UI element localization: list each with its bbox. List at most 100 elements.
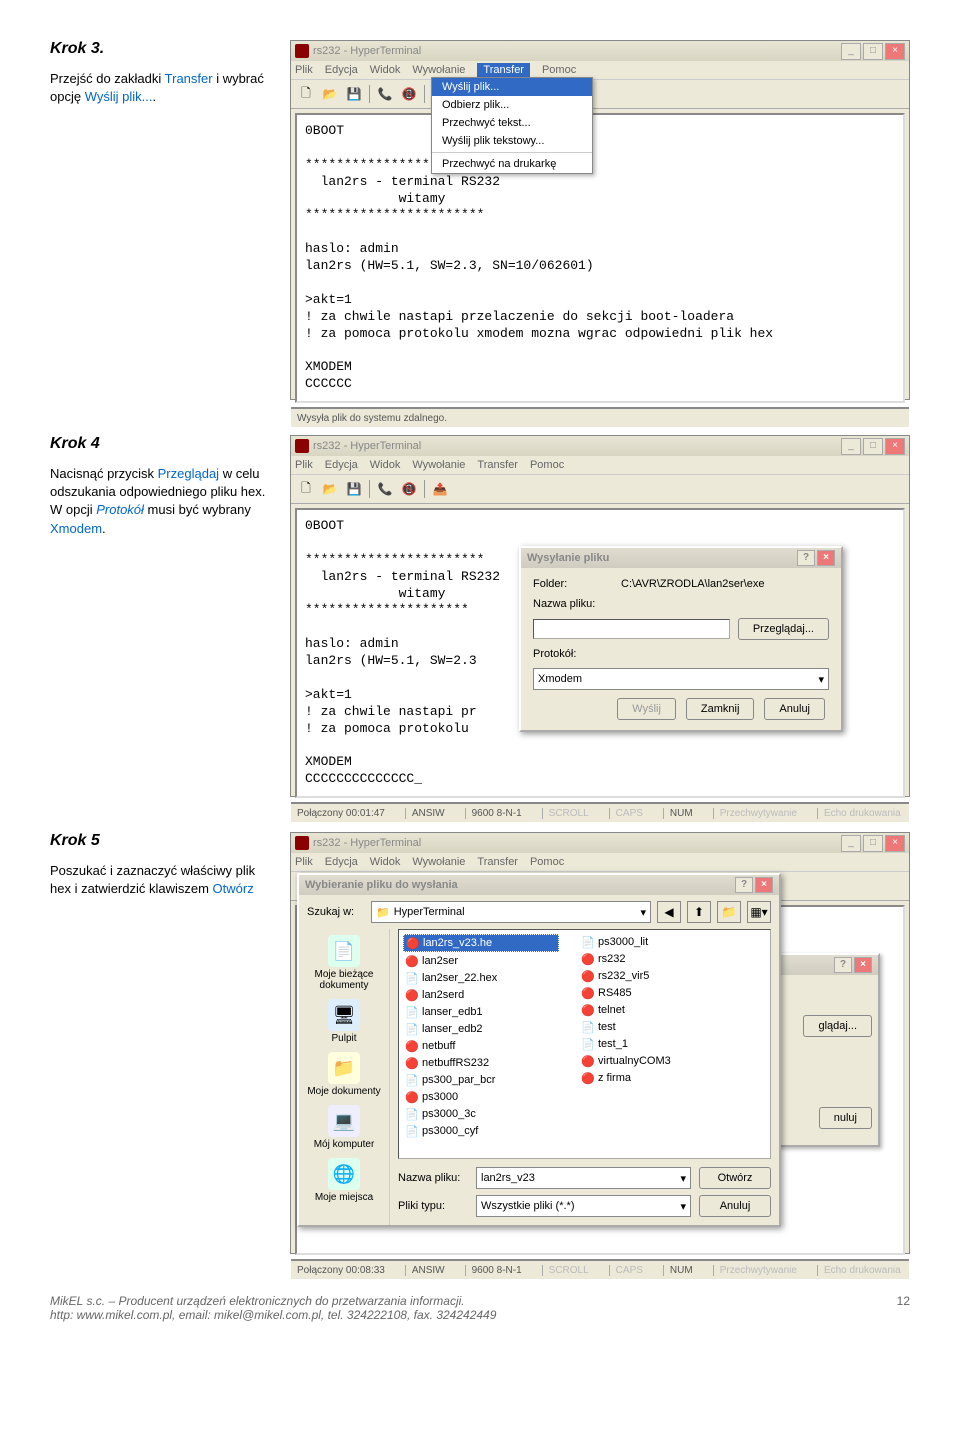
menu-item-capture-text[interactable]: Przechwyć tekst... xyxy=(432,114,592,132)
file-item[interactable]: 📄lanser_edb2 xyxy=(403,1021,557,1037)
filename-input[interactable] xyxy=(533,619,730,639)
menu-pomoc[interactable]: Pomoc xyxy=(542,64,576,76)
file-item[interactable]: 📄ps3000_cyf xyxy=(403,1123,557,1139)
file-item[interactable]: 📄test_1 xyxy=(579,1036,733,1052)
menu-widok[interactable]: Widok xyxy=(370,856,401,868)
dialog-help-button[interactable]: ? xyxy=(797,550,815,566)
file-item[interactable]: 🔴RS485 xyxy=(579,985,733,1001)
file-item[interactable]: 🔴rs232_vir5 xyxy=(579,968,733,984)
save-icon[interactable]: 💾 xyxy=(343,83,365,105)
file-name: test_1 xyxy=(598,1038,628,1050)
file-item[interactable]: 🔴virtualnyCOM3 xyxy=(579,1053,733,1069)
menu-edycja[interactable]: Edycja xyxy=(325,459,358,471)
minimize-button[interactable]: _ xyxy=(841,43,861,60)
maximize-button[interactable]: □ xyxy=(863,43,883,60)
file-item[interactable]: 📄lan2ser_22.hex xyxy=(403,970,557,986)
menu-wywolanie[interactable]: Wywołanie xyxy=(412,856,465,868)
cancel-button-partial[interactable]: nuluj xyxy=(819,1107,872,1129)
maximize-button[interactable]: □ xyxy=(863,438,883,455)
file-item[interactable]: 🔴rs232 xyxy=(579,951,733,967)
maximize-button[interactable]: □ xyxy=(863,835,883,852)
lookin-select[interactable]: 📁 HyperTerminal ▾ xyxy=(371,901,651,923)
menu-widok[interactable]: Widok xyxy=(370,64,401,76)
hangup-icon[interactable]: 📵 xyxy=(398,478,420,500)
close-button[interactable]: × xyxy=(885,835,905,852)
place-item[interactable]: 🌐Moje miejsca xyxy=(315,1158,373,1203)
file-item[interactable]: 🔴lan2serd xyxy=(403,987,557,1003)
file-item[interactable]: 🔴telnet xyxy=(579,1002,733,1018)
file-item[interactable]: 🔴lan2rs_v23.he xyxy=(403,934,559,952)
dialog-help-button[interactable]: ? xyxy=(834,957,852,973)
open-icon[interactable]: 📂 xyxy=(319,478,341,500)
call-icon[interactable]: 📞 xyxy=(374,83,396,105)
menu-transfer[interactable]: Transfer xyxy=(477,459,518,471)
file-item[interactable]: 📄ps3000_3c xyxy=(403,1106,557,1122)
close-dialog-button[interactable]: Zamknij xyxy=(686,698,755,720)
place-item[interactable]: 💻Mój komputer xyxy=(314,1105,375,1150)
file-item[interactable]: 📄lanser_edb1 xyxy=(403,1004,557,1020)
dialog-close-button[interactable]: × xyxy=(854,957,872,973)
hangup-icon[interactable]: 📵 xyxy=(398,83,420,105)
file-item[interactable]: 🔴ps3000 xyxy=(403,1089,557,1105)
file-item[interactable]: 🔴z firma xyxy=(579,1070,733,1086)
place-item[interactable]: 🖥Pulpit xyxy=(328,999,360,1044)
filename-input[interactable]: lan2rs_v23 ▾ xyxy=(476,1167,691,1189)
file-item[interactable]: 🔴netbuffRS232 xyxy=(403,1055,557,1071)
minimize-button[interactable]: _ xyxy=(841,438,861,455)
dialog-close-button[interactable]: × xyxy=(817,550,835,566)
up-button[interactable]: ⬆ xyxy=(687,901,711,923)
file-item[interactable]: 🔴netbuff xyxy=(403,1038,557,1054)
dialog-close-button[interactable]: × xyxy=(755,877,773,893)
menu-item-send-file[interactable]: Wyślij plik... xyxy=(432,78,592,96)
footer-line1: MikEL s.c. – Producent urządzeń elektron… xyxy=(50,1294,496,1308)
menu-transfer[interactable]: Transfer xyxy=(477,63,530,77)
menu-item-capture-printer[interactable]: Przechwyć na drukarkę xyxy=(432,155,592,173)
menu-widok[interactable]: Widok xyxy=(370,459,401,471)
menu-edycja[interactable]: Edycja xyxy=(325,64,358,76)
open-icon[interactable]: 📂 xyxy=(319,83,341,105)
filetype-select[interactable]: Wszystkie pliki (*.*) ▾ xyxy=(476,1195,691,1217)
file-icon: 📄 xyxy=(405,1005,419,1019)
close-button[interactable]: × xyxy=(885,43,905,60)
file-list[interactable]: 🔴lan2rs_v23.he🔴lan2ser📄lan2ser_22.hex🔴la… xyxy=(398,929,771,1159)
call-icon[interactable]: 📞 xyxy=(374,478,396,500)
send-button[interactable]: Wyślij xyxy=(617,698,676,720)
dialog-help-button[interactable]: ? xyxy=(735,877,753,893)
place-item[interactable]: 📄Moje bieżące dokumenty xyxy=(299,935,389,991)
newfolder-button[interactable]: 📁 xyxy=(717,901,741,923)
menu-wywolanie[interactable]: Wywołanie xyxy=(412,459,465,471)
menu-plik[interactable]: Plik xyxy=(295,459,313,471)
cancel-button[interactable]: Anuluj xyxy=(764,698,825,720)
status-enc: ANSIW xyxy=(405,808,445,819)
new-icon[interactable]: 🗋 xyxy=(295,83,317,105)
open-button[interactable]: Otwórz xyxy=(699,1167,771,1189)
save-icon[interactable]: 💾 xyxy=(343,478,365,500)
send-icon[interactable]: 📤 xyxy=(429,478,451,500)
file-item[interactable]: 🔴lan2ser xyxy=(403,953,557,969)
menu-pomoc[interactable]: Pomoc xyxy=(530,459,564,471)
place-item[interactable]: 📁Moje dokumenty xyxy=(307,1052,380,1097)
menu-item-receive-file[interactable]: Odbierz plik... xyxy=(432,96,592,114)
new-icon[interactable]: 🗋 xyxy=(295,478,317,500)
browse-button[interactable]: Przeglądaj... xyxy=(738,618,829,640)
menu-plik[interactable]: Plik xyxy=(295,64,313,76)
step-5-desc: Poszukać i zaznaczyć właściwy plik hex i… xyxy=(50,862,270,898)
menu-wywolanie[interactable]: Wywołanie xyxy=(412,64,465,76)
menu-edycja[interactable]: Edycja xyxy=(325,856,358,868)
menu-item-send-text-file[interactable]: Wyślij plik tekstowy... xyxy=(432,132,592,150)
browse-button-partial[interactable]: glądaj... xyxy=(803,1015,872,1037)
menu-plik[interactable]: Plik xyxy=(295,856,313,868)
step-5-title: Krok 5 xyxy=(50,832,270,850)
protocol-select[interactable]: Xmodem ▾ xyxy=(533,668,829,690)
menu-pomoc[interactable]: Pomoc xyxy=(530,856,564,868)
close-button[interactable]: × xyxy=(885,438,905,455)
file-item[interactable]: 📄ps3000_lit xyxy=(579,934,733,950)
menu-transfer[interactable]: Transfer xyxy=(477,856,518,868)
minimize-button[interactable]: _ xyxy=(841,835,861,852)
file-item[interactable]: 📄test xyxy=(579,1019,733,1035)
file-item[interactable]: 📄ps300_par_bcr xyxy=(403,1072,557,1088)
viewmode-button[interactable]: ▦▾ xyxy=(747,901,771,923)
cancel-button[interactable]: Anuluj xyxy=(699,1195,771,1217)
back-button[interactable]: ◀ xyxy=(657,901,681,923)
file-name: lan2ser xyxy=(422,955,458,967)
